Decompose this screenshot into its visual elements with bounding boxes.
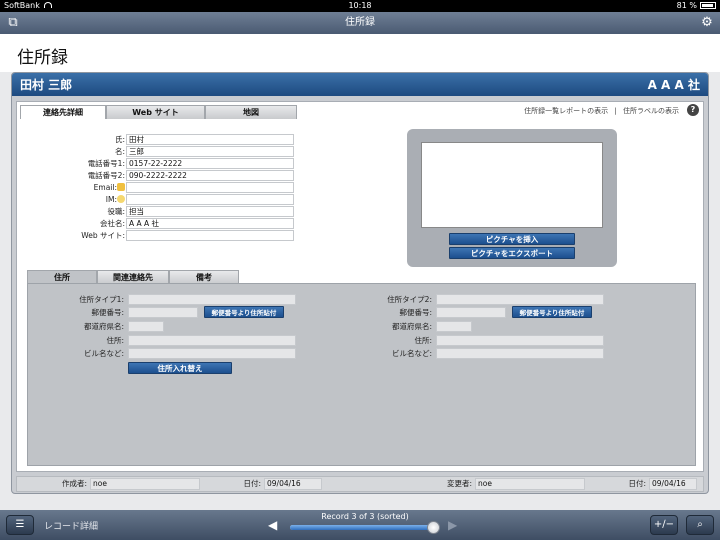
insert-picture-button[interactable]: ピクチャを挿入 — [449, 233, 575, 245]
website-field[interactable] — [126, 230, 294, 241]
first-name-label: 名: — [114, 147, 125, 156]
title-label: 役職: — [107, 207, 125, 216]
postal-code1-field[interactable] — [128, 307, 198, 318]
phone2-field[interactable]: 090-2222-2222 — [126, 170, 294, 181]
email-field[interactable] — [126, 182, 294, 193]
record-company: A A A 社 — [647, 78, 700, 92]
building2-label: ビル名など: — [391, 349, 432, 358]
battery-percent: 81 % — [676, 1, 697, 10]
chat-icon[interactable] — [117, 195, 125, 203]
last-name-field[interactable]: 田村 — [126, 134, 294, 145]
next-record-icon[interactable]: ▶ — [448, 518, 457, 532]
title-field[interactable]: 担当 — [126, 206, 294, 217]
picture-container: ピクチャを挿入 ピクチャをエクスポート — [407, 129, 617, 267]
postal-code2-label: 郵便番号: — [399, 308, 432, 317]
address1-field[interactable] — [128, 335, 296, 346]
created-date-field: 09/04/16 — [264, 478, 322, 490]
record-detail-panel: 連絡先詳細 Web サイト 地図 住所録一覧レポートの表示 | 住所ラベルの表示… — [16, 101, 704, 472]
prefecture2-field[interactable] — [436, 321, 472, 332]
email-icon[interactable] — [117, 183, 125, 191]
record-meta: 作成者: noe 日付: 09/04/16 変更者: noe 日付: 09/04… — [16, 476, 704, 492]
creator-field: noe — [90, 478, 200, 490]
status-bar: SoftBank 10:18 81 % — [0, 0, 720, 12]
slider-fill — [290, 525, 434, 530]
tab-notes[interactable]: 備考 — [169, 270, 239, 284]
tab-map[interactable]: 地図 — [205, 105, 297, 119]
record-counter: Record 3 of 3 (sorted) — [321, 512, 409, 521]
battery-icon — [700, 2, 716, 9]
address-type1-label: 住所タイプ1: — [79, 295, 124, 304]
address-panel: 住所タイプ1: 郵便番号: 郵便番号より住所貼付 都道府県名: 住所: ビル名な… — [27, 283, 696, 466]
address2-label: 住所: — [414, 336, 432, 345]
company-field[interactable]: A A A 社 — [126, 218, 294, 229]
postal-lookup2-button[interactable]: 郵便番号より住所貼付 — [512, 306, 592, 318]
website-label: Web サイト: — [81, 231, 125, 240]
address2-field[interactable] — [436, 335, 604, 346]
prefecture2-label: 都道府県名: — [391, 322, 432, 331]
record-header: 田村 三郎 A A A 社 — [12, 73, 708, 96]
nav-bar: ⧉ 住所録 ⚙ — [0, 12, 720, 34]
building2-field[interactable] — [436, 348, 604, 359]
tab-address[interactable]: 住所 — [27, 270, 97, 284]
created-date-label: 日付: — [243, 479, 261, 488]
company-label: 会社名: — [99, 219, 125, 228]
postal-code1-label: 郵便番号: — [91, 308, 124, 317]
address-type2-label: 住所タイプ2: — [387, 295, 432, 304]
link-separator: | — [614, 107, 617, 115]
help-icon[interactable]: ? — [687, 104, 699, 116]
creator-label: 作成者: — [61, 479, 87, 488]
bottom-toolbar: ☰ レコード詳細 ◀ Record 3 of 3 (sorted) ▶ +∕− … — [0, 510, 720, 540]
modified-date-field: 09/04/16 — [649, 478, 697, 490]
slider-thumb[interactable] — [427, 521, 440, 534]
building1-field[interactable] — [128, 348, 296, 359]
gear-icon[interactable]: ⚙ — [700, 16, 714, 30]
tab-website[interactable]: Web サイト — [106, 105, 205, 119]
phone1-field[interactable]: 0157-22-2222 — [126, 158, 294, 169]
address1-label: 住所: — [106, 336, 124, 345]
battery-indicator: 81 % — [677, 0, 716, 12]
first-name-field[interactable]: 三郎 — [126, 146, 294, 157]
address-type1-field[interactable] — [128, 294, 296, 305]
page-title: 住所録 — [17, 48, 68, 68]
tab-contact-details[interactable]: 連絡先詳細 — [20, 105, 106, 119]
add-remove-icon[interactable]: +∕− — [650, 515, 678, 535]
postal-code2-field[interactable] — [436, 307, 506, 318]
building1-label: ビル名など: — [83, 349, 124, 358]
export-picture-button[interactable]: ピクチャをエクスポート — [449, 247, 575, 259]
clock: 10:18 — [348, 1, 372, 10]
list-view-icon[interactable]: ☰ — [6, 515, 34, 535]
im-field[interactable] — [126, 194, 294, 205]
modifier-field: noe — [475, 478, 585, 490]
nav-title: 住所録 — [345, 17, 375, 28]
modifier-label: 変更者: — [446, 479, 472, 488]
record-card: 田村 三郎 A A A 社 連絡先詳細 Web サイト 地図 住所録一覧レポート… — [11, 72, 709, 494]
prefecture1-label: 都道府県名: — [83, 322, 124, 331]
modified-date-label: 日付: — [628, 479, 646, 488]
picture-field[interactable] — [421, 142, 603, 228]
report-link[interactable]: 住所録一覧レポートの表示 — [524, 107, 608, 115]
swap-address-button[interactable]: 住所入れ替え — [128, 362, 232, 374]
phone1-label: 電話番号1: — [87, 159, 125, 168]
phone2-label: 電話番号2: — [87, 171, 125, 180]
find-icon[interactable]: ⌕ — [686, 515, 714, 535]
top-links: 住所録一覧レポートの表示 | 住所ラベルの表示 — [524, 105, 679, 117]
prefecture1-field[interactable] — [128, 321, 164, 332]
view-label: レコード詳細 — [44, 522, 99, 532]
address-type2-field[interactable] — [436, 294, 604, 305]
tab-related-contacts[interactable]: 関連連絡先 — [97, 270, 169, 284]
postal-lookup1-button[interactable]: 郵便番号より住所貼付 — [204, 306, 284, 318]
email-label: Email: — [93, 183, 117, 192]
page-header: 住所録 — [0, 34, 720, 72]
im-label: IM: — [105, 195, 117, 204]
last-name-label: 氏: — [114, 135, 125, 144]
label-link[interactable]: 住所ラベルの表示 — [623, 107, 679, 115]
record-slider[interactable] — [290, 521, 440, 534]
record-name: 田村 三郎 — [20, 78, 73, 92]
previous-record-icon[interactable]: ◀ — [268, 518, 277, 532]
